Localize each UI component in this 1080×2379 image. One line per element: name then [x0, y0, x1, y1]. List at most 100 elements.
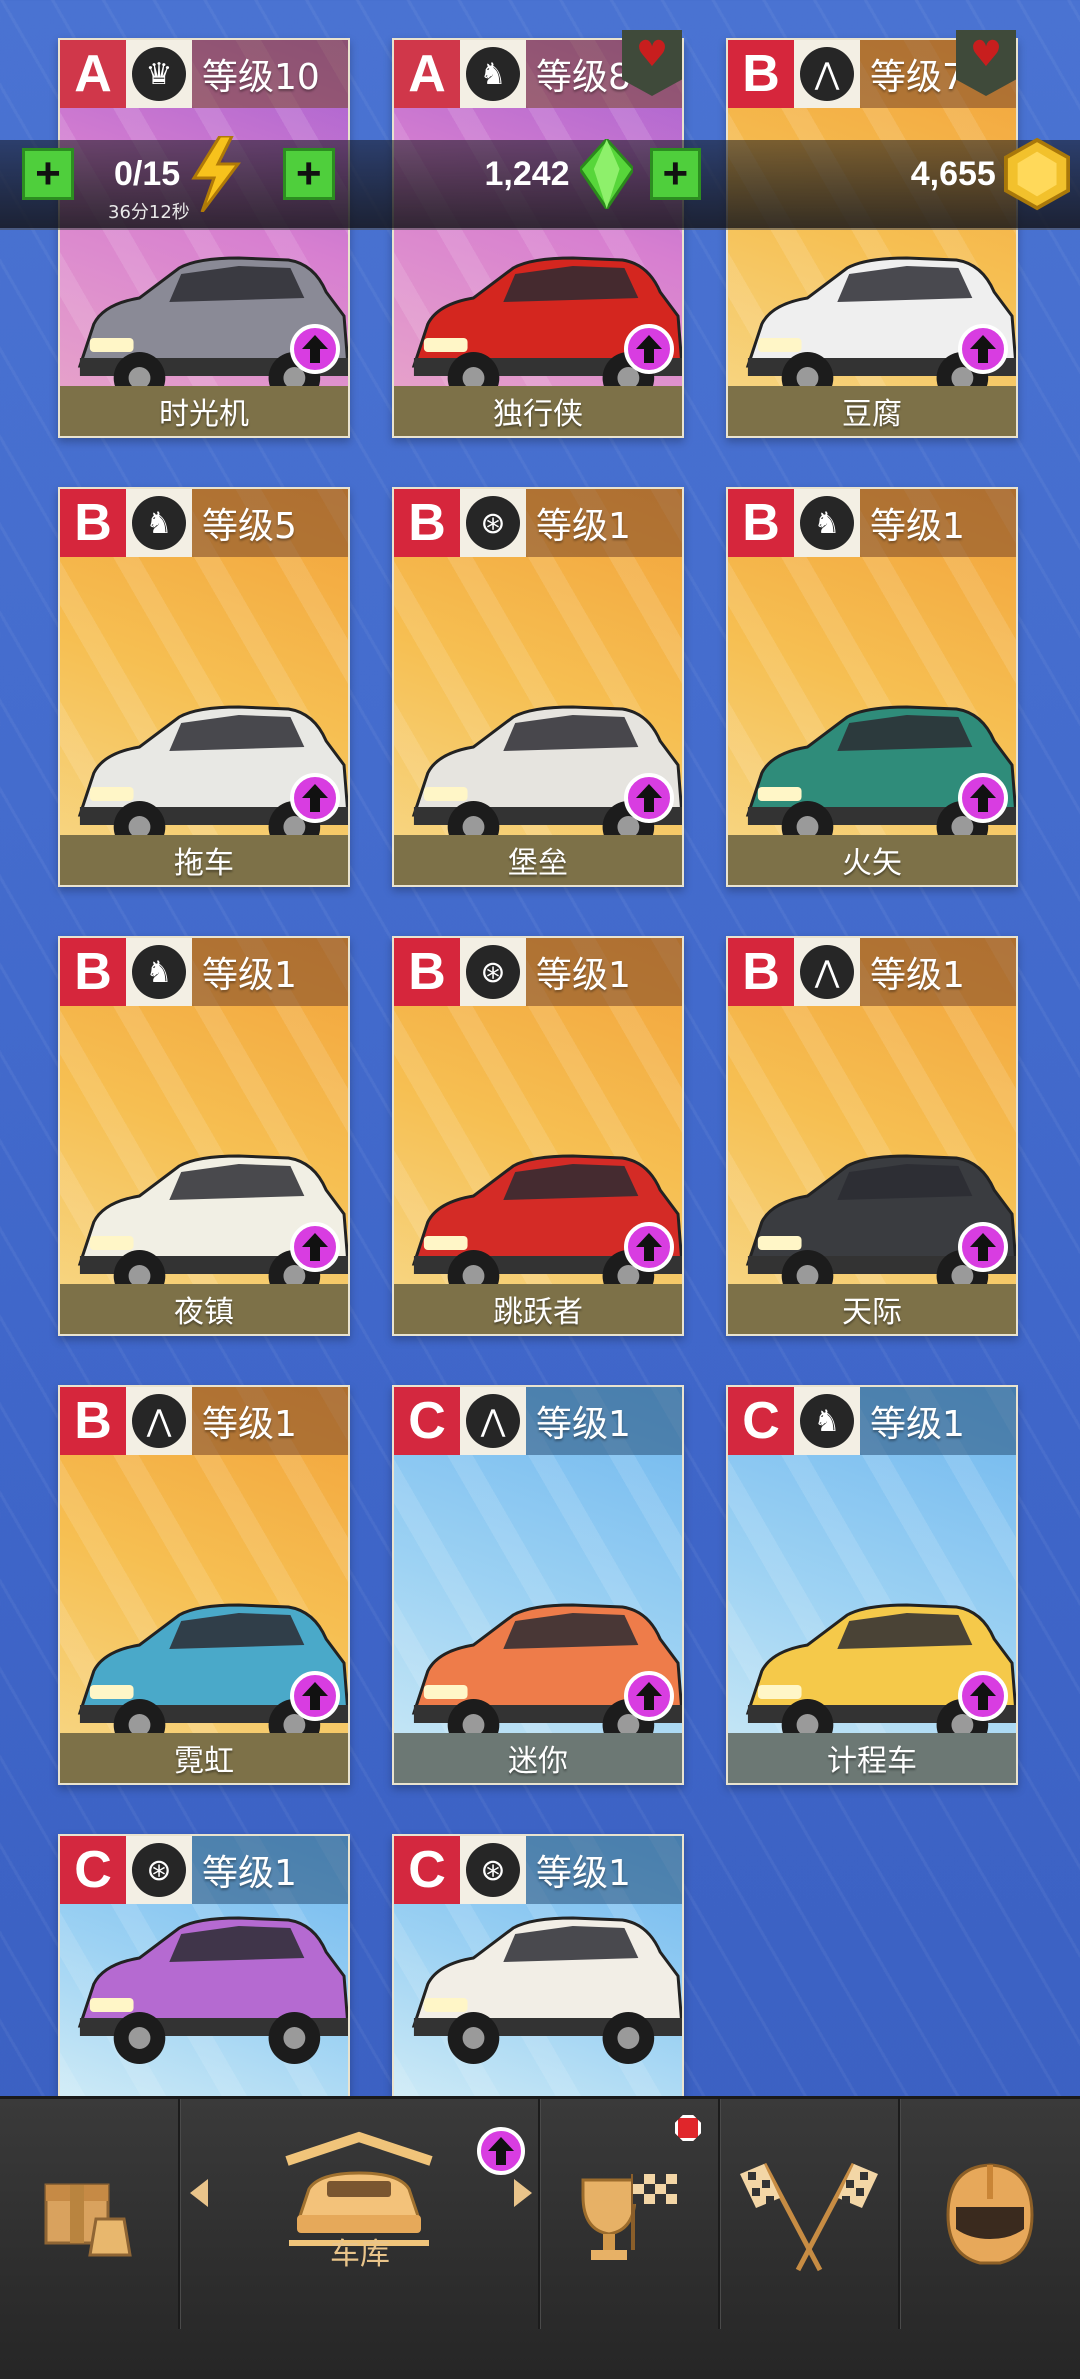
road-emblem-icon: ⋀: [800, 945, 854, 999]
nav-shop[interactable]: [0, 2099, 178, 2329]
upgrade-available-badge: [290, 324, 340, 374]
wheel-emblem-icon: ⊛: [466, 945, 520, 999]
manufacturer-emblem: ♞: [126, 489, 192, 557]
car-class-badge: C: [728, 1387, 794, 1455]
upgrade-available-badge: [290, 1222, 340, 1272]
wheel-emblem-icon: ⊛: [466, 1843, 520, 1897]
car-card[interactable]: C ⊛ 等级1: [58, 1834, 350, 2096]
energy-value: 0/15: [114, 154, 181, 193]
lightning-icon: [191, 136, 242, 212]
car-card[interactable]: B ⋀ 等级1 霓虹: [58, 1385, 350, 1785]
car-name: 时光机: [60, 386, 348, 436]
arrow-up-icon: [302, 335, 328, 363]
manufacturer-emblem: ⊛: [460, 938, 526, 1006]
car-level: 等级1: [192, 1387, 348, 1455]
car-card[interactable]: B ♞ 等级1 夜镇: [58, 936, 350, 1336]
car-name: 迷你: [394, 1733, 682, 1783]
upgrade-available-badge: [290, 1671, 340, 1721]
car-class-badge: B: [394, 489, 460, 557]
arrow-up-icon: [636, 784, 662, 812]
car-class-badge: C: [394, 1387, 460, 1455]
energy-timer: 36分12秒: [108, 202, 190, 223]
manufacturer-emblem: ♞: [794, 489, 860, 557]
car-card[interactable]: A ♛ 等级10 时光机: [58, 38, 350, 438]
nav-race[interactable]: [720, 2099, 898, 2329]
horse-emblem-icon: ♞: [132, 945, 186, 999]
car-card[interactable]: B ⋀ 等级1 天际: [726, 936, 1018, 1336]
car-name: 堡垒: [394, 835, 682, 885]
manufacturer-emblem: ⊛: [460, 1836, 526, 1904]
car-image: [404, 1906, 682, 2076]
car-class-badge: A: [394, 40, 460, 108]
car-level: 等级1: [860, 938, 1016, 1006]
manufacturer-emblem: ♛: [126, 40, 192, 108]
road-emblem-icon: ⋀: [132, 1394, 186, 1448]
horse-emblem-icon: ♞: [132, 496, 186, 550]
car-class-badge: A: [60, 40, 126, 108]
upgrade-available-badge: [958, 1222, 1008, 1272]
add-coins-button[interactable]: +: [650, 148, 701, 200]
checkered-flags-icon: [740, 2162, 878, 2272]
add-gems-button[interactable]: +: [283, 148, 335, 200]
upgrade-available-badge: [290, 773, 340, 823]
car-name: 计程车: [728, 1733, 1016, 1783]
wheel-emblem-icon: ⊛: [132, 1843, 186, 1897]
car-level: 等级1: [526, 938, 682, 1006]
coins-resource: + 4,655: [650, 137, 1070, 211]
bottom-nav: 车库: [0, 2096, 1080, 2379]
car-level: 等级1: [192, 1836, 348, 1904]
upgrade-available-badge: [624, 1671, 674, 1721]
car-level: 等级1: [860, 489, 1016, 557]
arrow-up-icon: [636, 335, 662, 363]
car-image: [70, 1906, 348, 2076]
car-class-badge: B: [728, 489, 794, 557]
car-card[interactable]: B ⊛ 等级1 跳跃者: [392, 936, 684, 1336]
car-grid: A ♛ 等级10 时光机 A ♞ 等级8 独行侠 ♥ B ⋀ 等级7 豆腐 ♥ …: [0, 0, 1080, 2096]
car-card[interactable]: C ⊛ 等级1: [392, 1834, 684, 2096]
garage-next-arrow[interactable]: [514, 2179, 532, 2207]
garage-prev-arrow[interactable]: [190, 2179, 208, 2207]
car-class-badge: B: [728, 938, 794, 1006]
trophy-flag-icon: [581, 2174, 677, 2260]
manufacturer-emblem: ⋀: [126, 1387, 192, 1455]
arrow-up-icon: [970, 1682, 996, 1710]
car-level: 等级1: [860, 1387, 1016, 1455]
car-level: 等级1: [192, 938, 348, 1006]
upgrade-available-badge: [958, 1671, 1008, 1721]
manufacturer-emblem: ⋀: [794, 938, 860, 1006]
manufacturer-emblem: ⋀: [794, 40, 860, 108]
car-name: 跳跃者: [394, 1284, 682, 1334]
car-class-badge: B: [60, 1387, 126, 1455]
car-name: 独行侠: [394, 386, 682, 436]
arrow-up-icon: [302, 1233, 328, 1261]
add-energy-button[interactable]: +: [22, 148, 74, 200]
car-class-badge: B: [60, 489, 126, 557]
car-name: 夜镇: [60, 1284, 348, 1334]
horse-emblem-icon: ♞: [466, 47, 520, 101]
crown-emblem-icon: ♛: [132, 47, 186, 101]
car-class-badge: B: [728, 40, 794, 108]
car-name: 豆腐: [728, 386, 1016, 436]
car-card[interactable]: B ♞ 等级5 拖车: [58, 487, 350, 887]
upgrade-available-badge: [958, 324, 1008, 374]
car-card[interactable]: B ⊛ 等级1 堡垒: [392, 487, 684, 887]
car-level: 等级1: [526, 1387, 682, 1455]
upgrade-available-badge: [958, 773, 1008, 823]
car-card[interactable]: B ⋀ 等级7 豆腐: [726, 38, 1018, 438]
coins-value: 4,655: [910, 154, 996, 193]
upgrade-available-badge: [624, 773, 674, 823]
manufacturer-emblem: ⊛: [460, 489, 526, 557]
upgrade-available-badge: [624, 1222, 674, 1272]
energy-resource: + 0/15: [22, 136, 272, 212]
car-card[interactable]: C ⋀ 等级1 迷你: [392, 1385, 684, 1785]
car-class-badge: B: [394, 938, 460, 1006]
car-card[interactable]: A ♞ 等级8 独行侠: [392, 38, 684, 438]
nav-profile[interactable]: [900, 2099, 1080, 2329]
car-class-badge: B: [60, 938, 126, 1006]
car-card[interactable]: B ♞ 等级1 火矢: [726, 487, 1018, 887]
arrow-up-icon: [970, 335, 996, 363]
manufacturer-emblem: ⋀: [460, 1387, 526, 1455]
shop-box-icon: [44, 2183, 132, 2257]
arrow-up-icon: [970, 1233, 996, 1261]
car-card[interactable]: C ♞ 等级1 计程车: [726, 1385, 1018, 1785]
